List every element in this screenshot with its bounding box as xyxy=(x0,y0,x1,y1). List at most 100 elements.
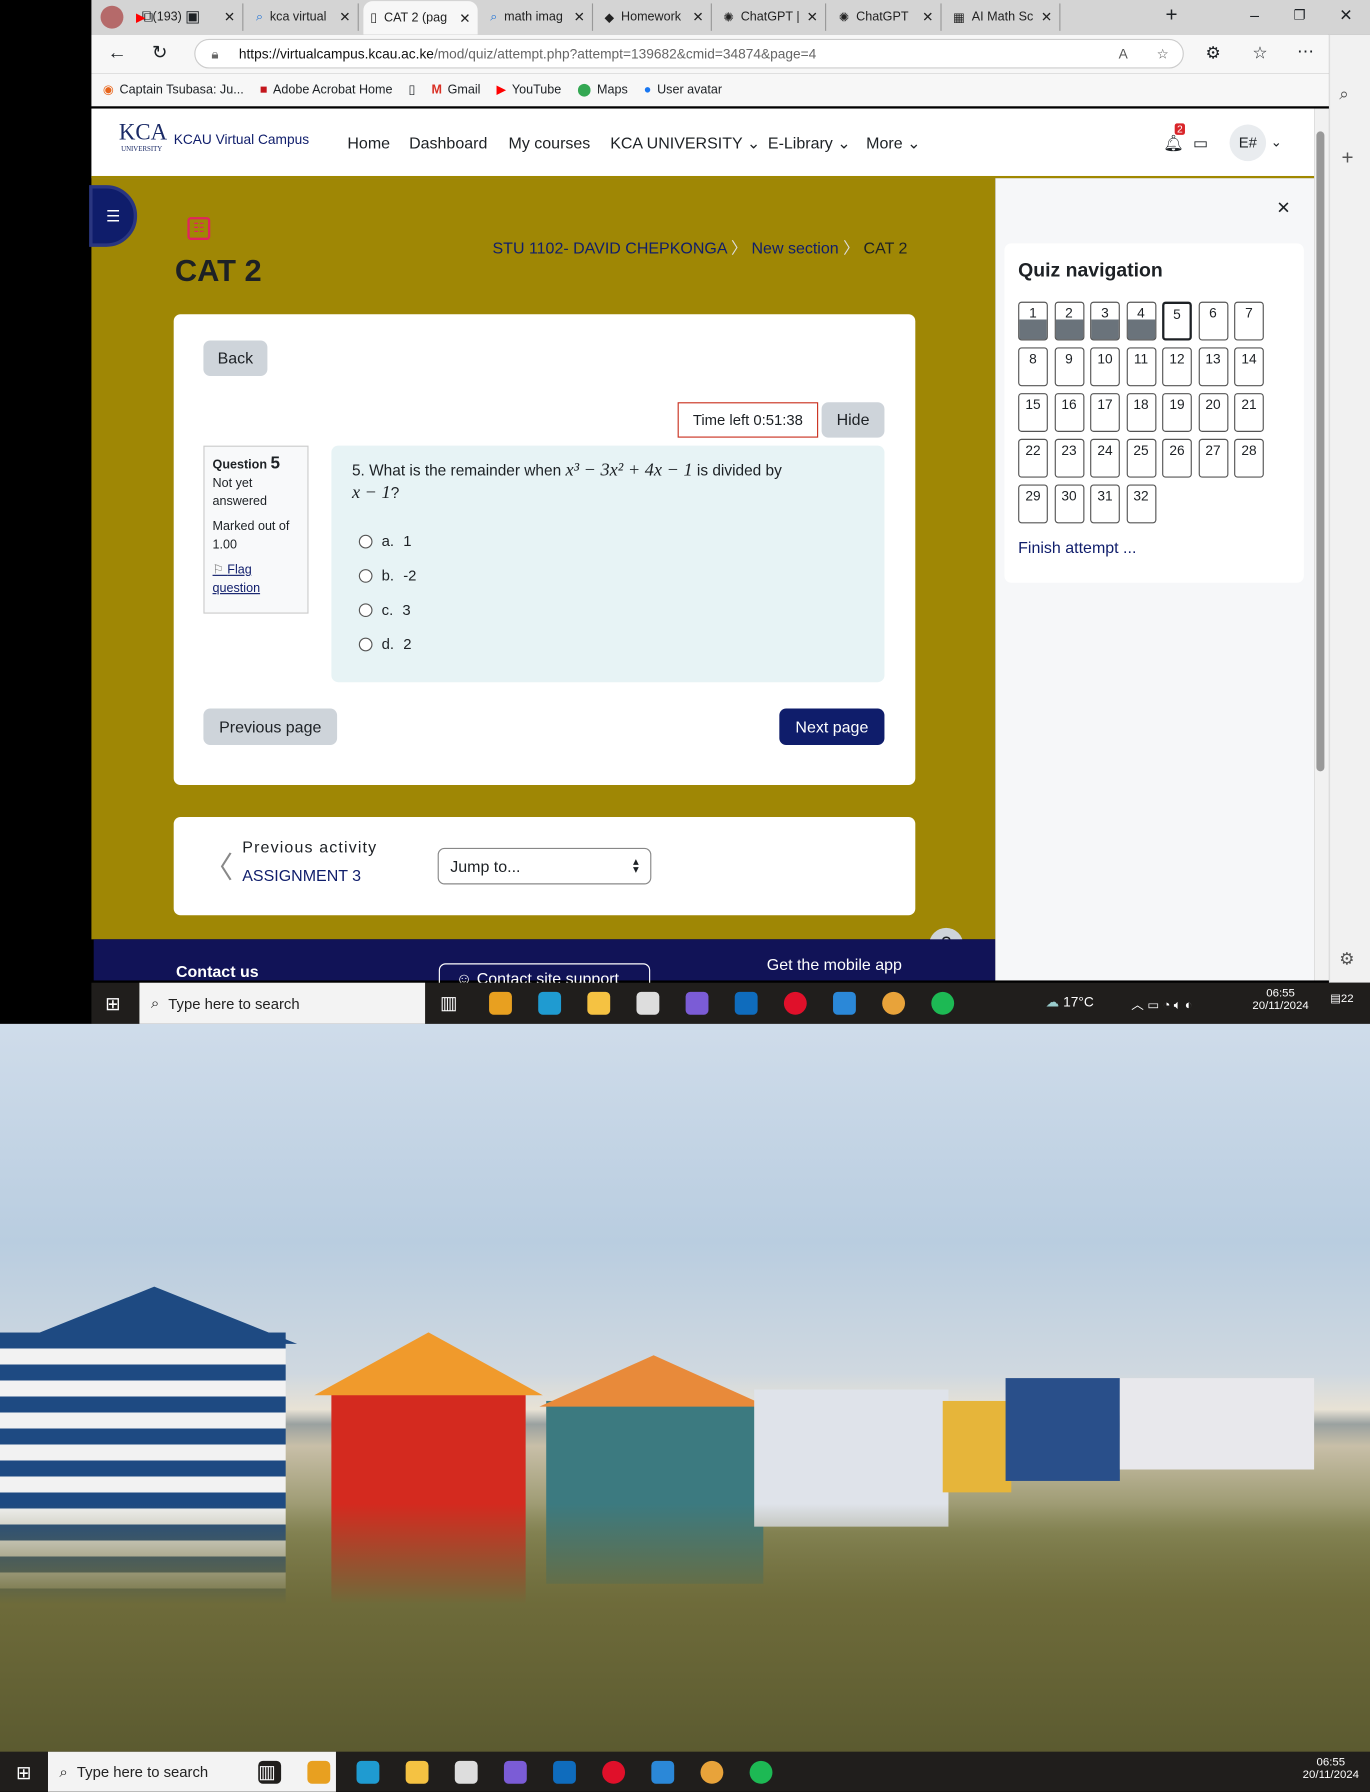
edge-icon[interactable] xyxy=(538,991,562,1015)
answer-option[interactable]: d. 2 xyxy=(358,635,411,652)
more-menu-icon[interactable]: ⋯ xyxy=(1297,41,1314,61)
file-explorer-icon[interactable] xyxy=(405,1760,429,1784)
quiz-nav-button-16[interactable]: 16 xyxy=(1054,393,1084,432)
spotify-icon[interactable] xyxy=(749,1760,773,1784)
breadcrumb-course[interactable]: STU 1102- DAVID CHEPKONGA xyxy=(493,239,727,257)
radio-button[interactable] xyxy=(358,602,373,617)
bookmark-adobe[interactable]: ■ Adobe Acrobat Home xyxy=(260,83,393,97)
browser-tab[interactable]: ✺ ChatGPT | ✕ xyxy=(716,3,827,31)
quiz-nav-button-9[interactable]: 9 xyxy=(1054,347,1084,387)
opera-icon[interactable] xyxy=(783,991,807,1015)
notification-bell-icon[interactable]: 🔔︎ xyxy=(1163,134,1183,153)
restore-button[interactable]: ❐ xyxy=(1294,7,1306,23)
browser-tab[interactable]: ▶ (193) ✕ xyxy=(129,3,244,31)
quiz-nav-button-26[interactable]: 26 xyxy=(1162,438,1192,478)
browser-tab[interactable]: ⌕ math imag ✕ xyxy=(483,3,594,31)
quiz-nav-button-31[interactable]: 31 xyxy=(1090,484,1120,524)
answer-option[interactable]: a. 1 xyxy=(358,532,411,550)
quiz-nav-button-4[interactable]: 4 xyxy=(1126,301,1156,341)
flag-question-link[interactable]: ⚐ Flag question xyxy=(213,561,300,598)
copilot-icon[interactable] xyxy=(503,1760,527,1784)
nav-kca-university[interactable]: KCA UNIVERSITY ⌄ xyxy=(610,134,760,153)
taskbar-search-input[interactable]: ⌕ Type here to search xyxy=(139,982,426,1024)
page-scrollbar[interactable] xyxy=(1314,108,1329,981)
quiz-nav-button-17[interactable]: 17 xyxy=(1090,393,1120,432)
settings-gear-icon[interactable]: ⚙ xyxy=(1339,948,1354,969)
task-view-icon[interactable]: ▥ xyxy=(258,1760,282,1784)
site-name[interactable]: KCAU Virtual Campus xyxy=(174,131,309,147)
bookmark-maps[interactable]: ⬤ Maps xyxy=(577,82,628,97)
system-tray-icons[interactable]: ︿ ▭ ◔ 🔈︎ ◐ xyxy=(1131,995,1192,1013)
close-tab-icon[interactable]: ✕ xyxy=(574,9,585,25)
quiz-nav-button-24[interactable]: 24 xyxy=(1090,438,1120,478)
next-page-button[interactable]: Next page xyxy=(779,708,885,746)
answer-option[interactable]: c. 3 xyxy=(358,601,411,618)
nav-home[interactable]: Home xyxy=(347,134,390,152)
hide-timer-button[interactable]: Hide xyxy=(821,402,885,438)
file-explorer-icon[interactable] xyxy=(587,991,611,1015)
nav-my-courses[interactable]: My courses xyxy=(509,134,591,152)
store-icon[interactable] xyxy=(454,1760,478,1784)
quiz-nav-button-5[interactable]: 5 xyxy=(1162,301,1192,341)
mail-icon[interactable] xyxy=(651,1760,675,1784)
previous-activity-chevron-icon[interactable]: 〈 xyxy=(203,844,233,886)
add-icon[interactable]: + xyxy=(1342,146,1354,170)
nav-more[interactable]: More ⌄ xyxy=(866,134,920,153)
quiz-nav-button-18[interactable]: 18 xyxy=(1126,393,1156,432)
refresh-icon[interactable]: ↻ xyxy=(152,41,167,64)
profile-avatar[interactable] xyxy=(100,5,124,29)
quiz-nav-button-27[interactable]: 27 xyxy=(1198,438,1228,478)
quiz-nav-button-1[interactable]: 1 xyxy=(1018,301,1048,341)
course-index-toggle[interactable]: ☰ xyxy=(89,185,138,247)
close-drawer-button[interactable]: ✕ xyxy=(1276,198,1290,218)
quiz-nav-button-32[interactable]: 32 xyxy=(1126,484,1156,524)
finish-attempt-link[interactable]: Finish attempt ... xyxy=(1018,538,1136,556)
close-tab-icon[interactable]: ✕ xyxy=(339,9,350,25)
close-tab-icon[interactable]: ✕ xyxy=(692,9,703,25)
quiz-nav-button-23[interactable]: 23 xyxy=(1054,438,1084,478)
outlook-icon[interactable] xyxy=(734,991,758,1015)
back-button[interactable]: Back xyxy=(203,340,268,376)
store-icon[interactable] xyxy=(636,991,660,1015)
notification-center[interactable]: ▤22 xyxy=(1330,993,1354,1006)
task-view-icon[interactable]: ▥ xyxy=(439,991,463,1015)
answer-option[interactable]: b. -2 xyxy=(358,567,416,584)
clock[interactable]: 06:55 20/11/2024 xyxy=(1303,1756,1359,1781)
mail-icon[interactable] xyxy=(833,991,856,1015)
radio-button[interactable] xyxy=(358,534,373,548)
url-input[interactable]: 🔒︎ https://virtualcampus.kcau.ac.ke/mod/q… xyxy=(194,38,1184,69)
windows-start-icon[interactable]: ⊞ xyxy=(16,1762,31,1785)
quiz-nav-button-28[interactable]: 28 xyxy=(1234,438,1264,478)
quiz-nav-button-12[interactable]: 12 xyxy=(1162,347,1192,387)
breadcrumb-section[interactable]: New section xyxy=(752,239,839,257)
browser-tab[interactable]: ▯ CAT 2 (pag ✕ xyxy=(363,1,478,35)
back-icon[interactable]: ← xyxy=(107,41,126,64)
extensions-icon[interactable]: ⚙ xyxy=(1206,42,1221,62)
medal-icon[interactable] xyxy=(489,991,512,1015)
previous-page-button[interactable]: Previous page xyxy=(203,708,338,746)
previous-activity-link[interactable]: ASSIGNMENT 3 xyxy=(242,866,361,884)
quiz-nav-button-8[interactable]: 8 xyxy=(1018,347,1048,387)
clock[interactable]: 06:55 20/11/2024 xyxy=(1252,987,1308,1012)
radio-button[interactable] xyxy=(358,568,373,583)
close-tab-icon[interactable]: ✕ xyxy=(922,9,933,25)
outlook-icon[interactable] xyxy=(553,1760,576,1784)
weather[interactable]: ☁ 17°C xyxy=(1046,994,1094,1010)
edge-icon[interactable] xyxy=(356,1760,380,1784)
medal-icon[interactable] xyxy=(307,1760,331,1784)
quiz-nav-button-22[interactable]: 22 xyxy=(1018,438,1048,478)
quiz-nav-button-19[interactable]: 19 xyxy=(1162,393,1192,432)
quiz-nav-button-15[interactable]: 15 xyxy=(1018,393,1048,432)
search-icon[interactable]: ⌕ xyxy=(1339,85,1349,104)
quiz-nav-button-11[interactable]: 11 xyxy=(1126,347,1156,387)
browser-tab[interactable]: ▦ AI Math Sc ✕ xyxy=(946,3,1061,31)
quiz-nav-button-25[interactable]: 25 xyxy=(1126,438,1156,478)
quiz-nav-button-13[interactable]: 13 xyxy=(1198,347,1228,387)
bookmark-youtube[interactable]: ▶ YouTube xyxy=(496,82,561,97)
spotify-icon[interactable] xyxy=(931,991,955,1015)
quiz-nav-button-30[interactable]: 30 xyxy=(1054,484,1084,524)
browser-tab[interactable]: ✺ ChatGPT ✕ xyxy=(832,3,942,31)
read-aloud-icon[interactable]: A xyxy=(1119,40,1128,67)
messages-icon[interactable]: ▭ xyxy=(1193,134,1208,153)
quiz-nav-button-6[interactable]: 6 xyxy=(1198,301,1228,341)
